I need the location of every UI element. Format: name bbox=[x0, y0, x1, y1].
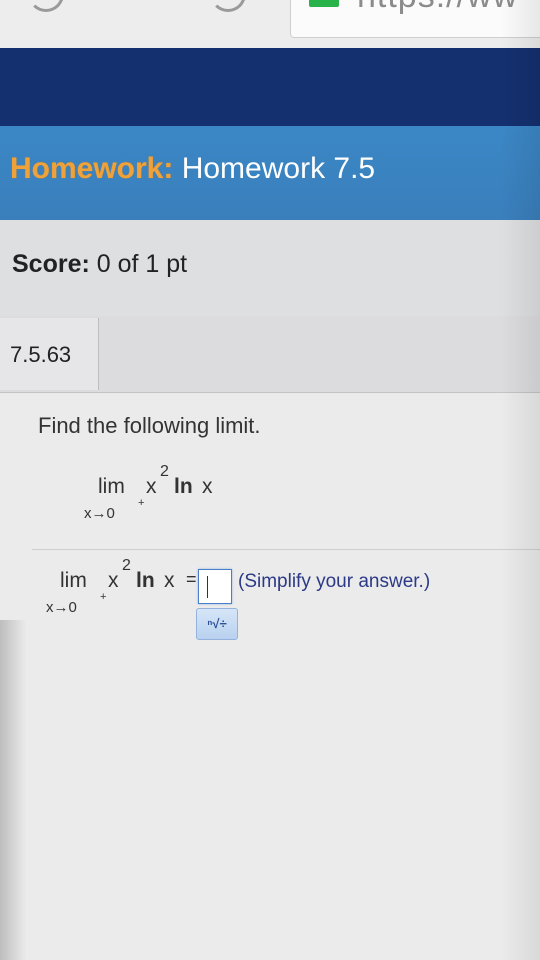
score-value: 0 of 1 pt bbox=[96, 250, 188, 278]
photo-edge-shade bbox=[0, 620, 26, 960]
lim-var: x bbox=[202, 475, 213, 498]
lim-approach: x→0 bbox=[84, 505, 115, 522]
lim-exponent: 2 bbox=[160, 463, 169, 480]
url-text: https://ww bbox=[357, 0, 518, 16]
lim-base: x bbox=[146, 475, 157, 498]
lim-approach: x→0 bbox=[46, 599, 77, 616]
simplify-hint: (Simplify your answer.) bbox=[238, 571, 431, 592]
section-divider bbox=[32, 549, 540, 550]
score-row: Score: 0 of 1 pt bbox=[0, 220, 540, 317]
question-number-row: 7.5.63 bbox=[0, 316, 540, 393]
score: Score: 0 of 1 pt bbox=[12, 250, 187, 279]
lim-var: x bbox=[164, 569, 175, 592]
lim-func: ln bbox=[136, 569, 155, 592]
browser-top-strip: https://ww bbox=[0, 0, 540, 48]
equals-sign: = bbox=[186, 569, 197, 589]
lim-approach-text: x→0 bbox=[46, 599, 77, 616]
title-label: Homework: bbox=[10, 152, 174, 185]
math-palette-button[interactable]: ⁿ√÷ bbox=[196, 608, 238, 640]
lim-word: lim bbox=[60, 569, 87, 592]
question-number-tab[interactable]: 7.5.63 bbox=[0, 318, 99, 390]
title-value: Homework 7.5 bbox=[181, 152, 376, 185]
lim-approach-sign: + bbox=[100, 591, 107, 603]
homework-title-bar: Homework: Homework 7.5 bbox=[0, 126, 540, 221]
site-nav-band bbox=[0, 48, 540, 126]
lim-word: lim bbox=[98, 475, 125, 498]
lim-func: ln bbox=[174, 475, 193, 498]
browser-control-icon[interactable] bbox=[28, 0, 64, 12]
question-number: 7.5.63 bbox=[10, 342, 72, 367]
question-content: Find the following limit. lim x 2 ln x x… bbox=[0, 393, 540, 960]
answer-input[interactable] bbox=[198, 569, 232, 604]
question-prompt: Find the following limit. bbox=[38, 413, 261, 438]
homework-screen: https://ww Homework: Homework 7.5 Score:… bbox=[0, 0, 540, 960]
text-cursor bbox=[207, 576, 208, 598]
lim-approach-text: x→0 bbox=[84, 505, 115, 522]
lim-base: x bbox=[108, 569, 119, 592]
lim-exponent: 2 bbox=[122, 557, 131, 574]
page-title: Homework: Homework 7.5 bbox=[10, 152, 375, 186]
photo-edge-shade bbox=[500, 0, 540, 960]
secure-lock-icon bbox=[309, 0, 339, 7]
score-label: Score: bbox=[12, 250, 90, 278]
browser-control-icon[interactable] bbox=[210, 0, 246, 12]
lim-approach-sign: + bbox=[138, 497, 145, 509]
